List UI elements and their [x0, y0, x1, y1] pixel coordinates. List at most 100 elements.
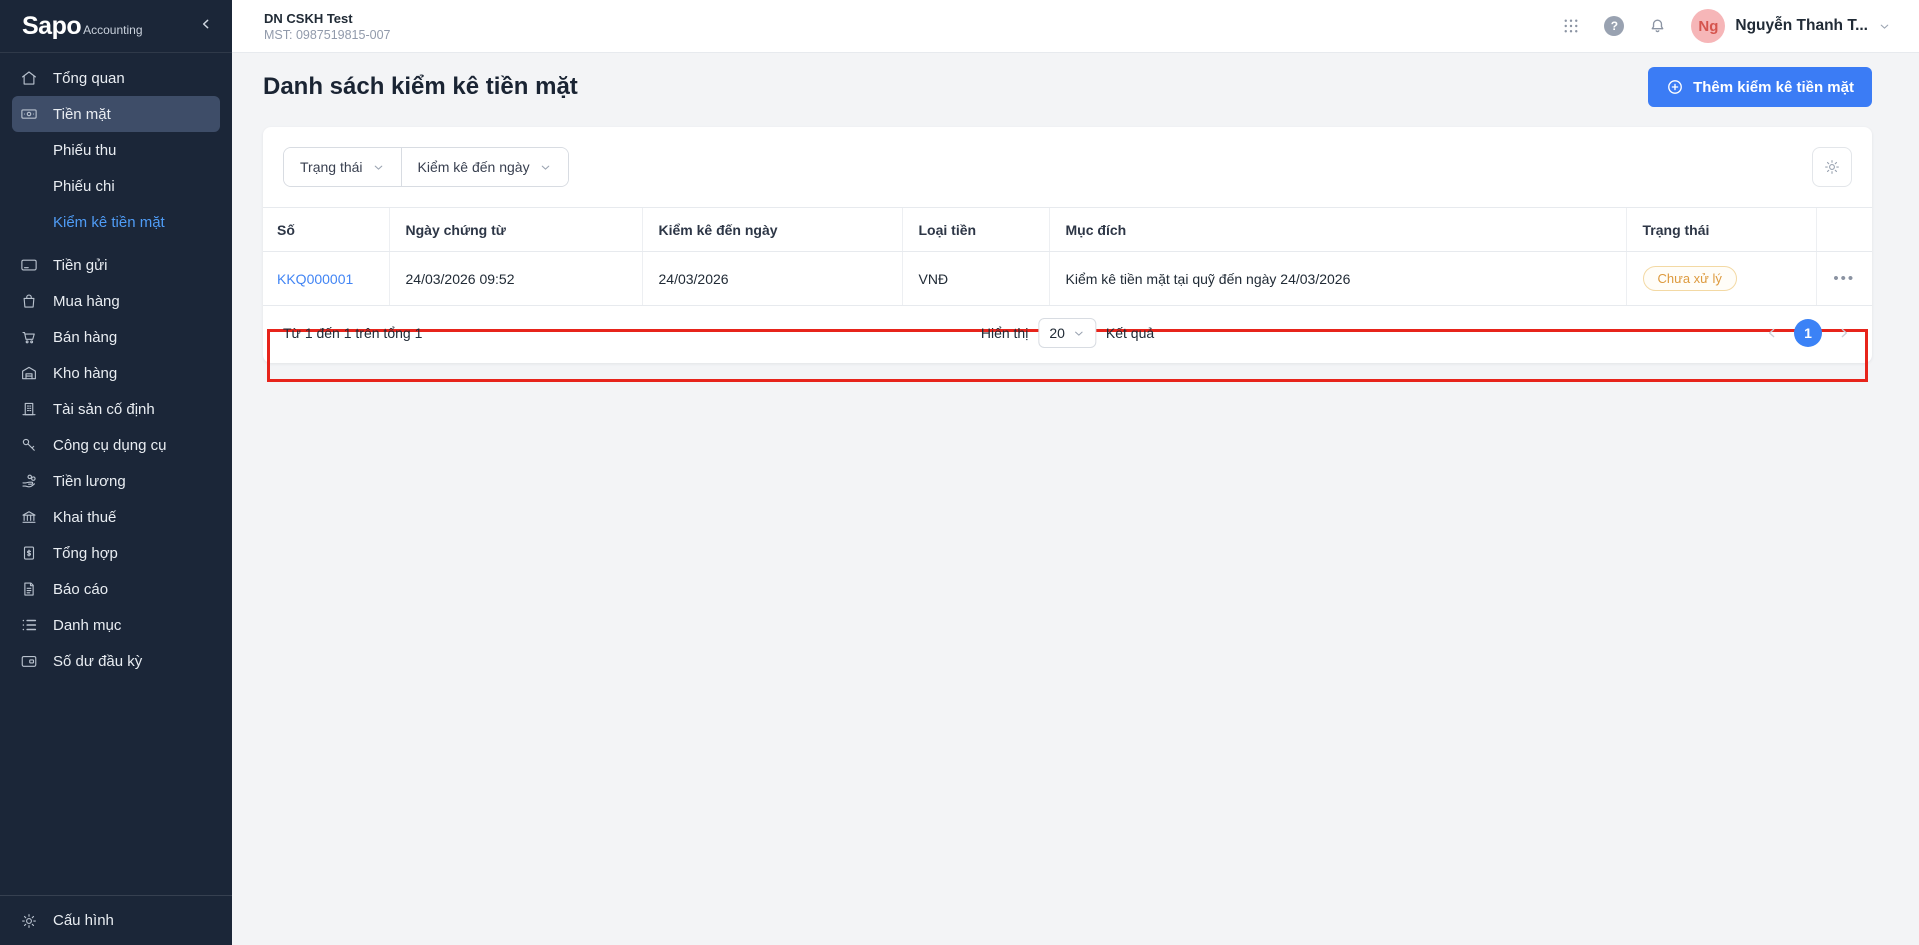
column-header-doc-date: Ngày chứng từ — [388, 207, 642, 252]
plus-circle-icon — [1666, 78, 1684, 96]
page-size-value: 20 — [1049, 325, 1065, 341]
sidebar-item-cash[interactable]: Tiền mặt — [12, 96, 220, 132]
sidebar-item-cash-audit[interactable]: Kiểm kê tiền mặt — [12, 204, 220, 240]
apps-grid-icon[interactable] — [1562, 17, 1580, 35]
sidebar-item-label: Tổng hợp — [53, 544, 118, 562]
gear-icon — [1823, 158, 1841, 176]
banknote-icon — [20, 105, 38, 123]
pager: 1 — [1764, 319, 1852, 347]
column-header-status: Trạng thái — [1625, 207, 1816, 252]
building-icon — [20, 400, 38, 418]
chevron-down-icon — [539, 161, 552, 174]
cell-currency: VNĐ — [901, 251, 1049, 306]
pagination: Từ 1 đến 1 trên tổng 1 Hiển thị 20 Kết q… — [263, 306, 1872, 363]
sidebar-item-fixed-assets[interactable]: Tài sản cố định — [12, 391, 220, 427]
salary-icon — [20, 472, 38, 490]
column-header-purpose: Mục đích — [1048, 207, 1626, 252]
sidebar-item-payroll[interactable]: Tiền lương — [12, 463, 220, 499]
prev-page-button[interactable] — [1764, 325, 1780, 341]
audit-date-filter-label: Kiểm kê đến ngày — [417, 159, 530, 175]
home-icon — [20, 69, 38, 87]
topbar-right: ? Ng Nguyễn Thanh T... — [1562, 9, 1891, 43]
tool-icon — [20, 436, 38, 454]
company-tax-id: MST: 0987519815-007 — [264, 27, 391, 42]
record-link[interactable]: KKQ000001 — [277, 271, 353, 287]
sidebar-collapse-button[interactable] — [198, 16, 214, 37]
cell-code: KKQ000001 — [263, 251, 389, 306]
avatar: Ng — [1691, 9, 1726, 43]
sidebar-item-sales[interactable]: Bán hàng — [12, 319, 220, 355]
ledger-icon — [20, 544, 38, 562]
report-icon — [20, 580, 38, 598]
pagination-summary: Từ 1 đến 1 trên tổng 1 — [283, 325, 423, 341]
status-badge: Chưa xử lý — [1642, 266, 1737, 291]
sidebar-item-label: Kho hàng — [53, 364, 118, 382]
add-button-label: Thêm kiểm kê tiền mặt — [1693, 78, 1854, 96]
bell-icon[interactable] — [1648, 17, 1667, 36]
shopping-cart-icon — [20, 328, 38, 346]
sidebar-nav: Tổng quan Tiền mặt Phiếu thu Phiếu chi K… — [0, 53, 232, 895]
table-settings-button[interactable] — [1812, 147, 1852, 187]
next-page-button[interactable] — [1836, 325, 1852, 341]
current-page-button[interactable]: 1 — [1794, 319, 1822, 347]
filter-bar: Trạng thái Kiểm kê đến ngày — [263, 127, 1872, 207]
sidebar-item-label: Công cụ dụng cụ — [53, 436, 167, 454]
table-wrap: Số Ngày chứng từ Kiểm kê đến ngày Loại t… — [263, 207, 1872, 382]
sidebar-item-synthesis[interactable]: Tổng hợp — [12, 535, 220, 571]
sidebar-item-overview[interactable]: Tổng quan — [12, 60, 220, 96]
app-root: Sapo Accounting Tổng quan Tiền mặt Phiếu… — [0, 0, 1919, 945]
shopping-bag-icon — [20, 292, 38, 310]
sidebar-item-deposits[interactable]: Tiền gửi — [12, 247, 220, 283]
page-size-select[interactable]: 20 — [1038, 318, 1096, 348]
sidebar-item-payment[interactable]: Phiếu chi — [12, 168, 220, 204]
show-label: Hiển thị — [980, 325, 1029, 341]
sidebar-item-inventory[interactable]: Kho hàng — [12, 355, 220, 391]
add-cash-audit-button[interactable]: Thêm kiểm kê tiền mặt — [1648, 67, 1872, 107]
table-row[interactable]: KKQ000001 24/03/2026 09:52 24/03/2026 VN… — [263, 251, 1872, 306]
page-content: Danh sách kiểm kê tiền mặt Thêm kiểm kê … — [232, 53, 1919, 945]
table-header-row: Số Ngày chứng từ Kiểm kê đến ngày Loại t… — [263, 207, 1872, 252]
status-filter-dropdown[interactable]: Trạng thái — [284, 148, 401, 186]
sidebar: Sapo Accounting Tổng quan Tiền mặt Phiếu… — [0, 0, 232, 945]
sidebar-item-categories[interactable]: Danh mục — [12, 607, 220, 643]
cash-audit-table: Số Ngày chứng từ Kiểm kê đến ngày Loại t… — [263, 207, 1872, 306]
brand-suffix: Accounting — [83, 22, 143, 37]
sidebar-logo-row: Sapo Accounting — [0, 0, 232, 53]
sidebar-item-label: Bán hàng — [53, 328, 118, 346]
sidebar-item-settings[interactable]: Cấu hình — [0, 895, 232, 945]
sidebar-footer-label: Cấu hình — [53, 912, 114, 929]
warehouse-icon — [20, 364, 38, 382]
sidebar-item-label: Khai thuế — [53, 508, 117, 526]
filter-group: Trạng thái Kiểm kê đến ngày — [283, 147, 569, 187]
page-size-control: Hiển thị 20 Kết quả — [981, 318, 1154, 348]
page-title: Danh sách kiểm kê tiền mặt — [263, 73, 578, 100]
help-glyph: ? — [1604, 16, 1625, 36]
sidebar-item-purchasing[interactable]: Mua hàng — [12, 283, 220, 319]
list-card: Trạng thái Kiểm kê đến ngày Số Ngày chứn… — [263, 127, 1872, 382]
help-icon[interactable]: ? — [1604, 16, 1625, 36]
sidebar-item-reports[interactable]: Báo cáo — [12, 571, 220, 607]
column-header-code: Số — [263, 207, 389, 252]
sidebar-item-tax[interactable]: Khai thuế — [12, 499, 220, 535]
user-menu[interactable]: Ng Nguyễn Thanh T... — [1691, 9, 1891, 43]
user-name: Nguyễn Thanh T... — [1735, 17, 1868, 34]
sidebar-item-receipt[interactable]: Phiếu thu — [12, 132, 220, 168]
sidebar-item-tools[interactable]: Công cụ dụng cụ — [12, 427, 220, 463]
company-name: DN CSKH Test — [264, 10, 353, 26]
cell-audit-date: 24/03/2026 — [641, 251, 902, 306]
column-header-audit-date: Kiểm kê đến ngày — [641, 207, 902, 252]
chevron-left-icon — [198, 16, 214, 37]
chevron-down-icon — [1072, 327, 1085, 340]
nav-group-gap — [12, 240, 220, 247]
sidebar-item-label: Tiền gửi — [53, 256, 108, 274]
sidebar-item-opening-balance[interactable]: Số dư đầu kỳ — [12, 643, 220, 679]
cell-status: Chưa xử lý — [1625, 251, 1816, 306]
chevron-down-icon — [372, 161, 385, 174]
company-block: DN CSKH Test MST: 0987519815-007 — [264, 11, 390, 42]
sidebar-item-label: Danh mục — [53, 616, 122, 634]
gear-icon — [20, 912, 38, 930]
sidebar-item-label: Số dư đầu kỳ — [53, 652, 143, 670]
title-row: Danh sách kiểm kê tiền mặt Thêm kiểm kê … — [263, 53, 1872, 107]
row-menu-button[interactable]: ••• — [1833, 270, 1857, 287]
audit-date-filter-dropdown[interactable]: Kiểm kê đến ngày — [400, 148, 568, 186]
